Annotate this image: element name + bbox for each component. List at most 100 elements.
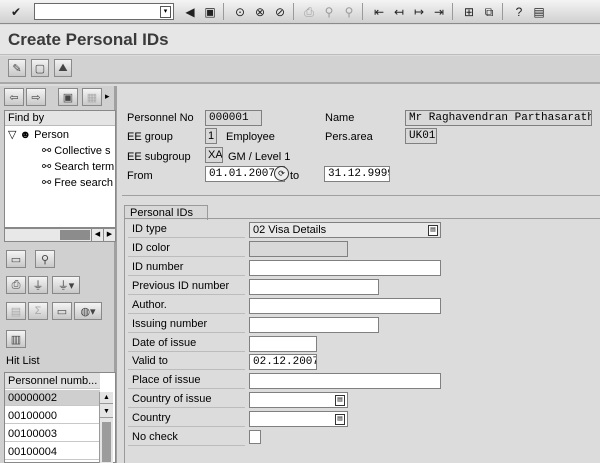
table-row[interactable]: 00100000 <box>5 408 100 424</box>
layout-options-icon[interactable]: ◍▾ <box>74 302 102 320</box>
country-label: Country <box>128 410 245 427</box>
shortcut-icon[interactable]: ⧉ <box>480 3 498 20</box>
back-arrow-icon[interactable]: ⊙ <box>231 3 249 20</box>
name-label: Name <box>325 112 355 124</box>
tree-item-label: Search term <box>54 161 115 173</box>
previous-id-number-label: Previous ID number <box>128 278 245 295</box>
layout-menu-icon[interactable]: ▤ <box>530 3 548 20</box>
ee-group-text: Employee <box>226 131 275 143</box>
back-arrow-icon[interactable]: ⇦ <box>4 88 24 106</box>
find-icon: ⚲ <box>324 4 334 19</box>
value-help-icon[interactable]: ▤ <box>335 414 345 425</box>
table-row[interactable]: 00100004 <box>5 444 100 460</box>
tree-item-collective-search[interactable]: ⚯ Collective s <box>42 144 111 157</box>
scrollbar-thumb[interactable] <box>60 230 90 240</box>
chevron-down-icon[interactable]: ▾ <box>160 6 171 18</box>
expand-right-icon[interactable]: ▸ <box>105 91 110 102</box>
from-date-input[interactable]: 01.01.2007 <box>205 166 285 182</box>
no-check-checkbox[interactable] <box>249 430 261 444</box>
scroll-left-icon[interactable]: ◀ <box>91 229 103 241</box>
save-variant-icon[interactable]: ▣ <box>58 88 78 106</box>
tree-item-person[interactable]: ▽ ☻ Person <box>8 128 69 141</box>
create-session-icon[interactable]: ⊞ <box>460 3 478 20</box>
back-icon[interactable]: ◀ <box>181 3 199 20</box>
first-page-icon[interactable]: ⇤ <box>370 3 388 20</box>
tree-horizontal-scrollbar[interactable]: ◀ ▶ <box>4 228 116 242</box>
value-help-icon[interactable]: ▤ <box>428 225 438 236</box>
personnel-no-value: 000001 <box>205 110 262 126</box>
select-icon[interactable]: ▭ <box>6 250 26 268</box>
divider <box>122 195 600 196</box>
help-icon[interactable]: ? <box>510 3 528 20</box>
id-type-select[interactable]: 02 Visa Details ▤ <box>249 222 441 238</box>
ee-subgroup-code: XA <box>205 147 223 163</box>
author-input[interactable] <box>249 298 441 314</box>
previous-page-icon[interactable]: ↤ <box>390 3 408 20</box>
date-of-issue-input[interactable] <box>249 336 317 352</box>
author-label: Author. <box>128 297 245 314</box>
forward-arrow-icon[interactable]: ⇨ <box>26 88 46 106</box>
binoculars-icon: ⚯ <box>42 145 52 157</box>
enter-icon[interactable]: ✔ <box>7 3 25 20</box>
scrollbar-thumb[interactable] <box>102 422 111 462</box>
scroll-up-icon[interactable]: ▲ <box>100 392 113 404</box>
ee-subgroup-text: GM / Level 1 <box>228 151 291 163</box>
value-help-icon[interactable]: ▤ <box>335 395 345 406</box>
filter-options-icon[interactable]: ⏚▾ <box>52 276 80 294</box>
column-settings-icon[interactable]: ▥ <box>6 330 26 348</box>
find-next-icon: ⚲ <box>344 4 354 19</box>
print-icon: ⎙ <box>304 4 314 19</box>
last-page-icon[interactable]: ⇥ <box>430 3 448 20</box>
sum-icon: Σ <box>28 302 48 320</box>
exit-icon[interactable]: ⊗ <box>251 3 269 20</box>
toolbar-divider <box>293 3 294 20</box>
tree-item-search-term[interactable]: ⚯ Search term <box>42 160 114 173</box>
binoculars-icon: ⚯ <box>42 177 52 189</box>
valid-to-label: Valid to <box>128 353 245 370</box>
ee-group-label: EE group <box>127 131 173 143</box>
country-of-issue-input[interactable]: ▤ <box>249 392 348 408</box>
id-number-input[interactable] <box>249 260 441 276</box>
place-of-issue-input[interactable] <box>249 373 441 389</box>
other-record-icon[interactable]: ▢ <box>31 59 49 77</box>
ee-group-code: 1 <box>205 128 217 144</box>
find-by-header: Find by <box>5 111 115 126</box>
hit-list-vertical-scrollbar[interactable]: ▲ ▼ <box>99 392 113 463</box>
from-label: From <box>127 170 153 182</box>
system-toolbar: ✔ ▾ ◀ ▣ ⊙ ⊗ ⊘ ⎙ ⚲ ⚲ ⇤ ↤ ↦ ⇥ ⊞ ⧉ ? ▤ <box>0 0 600 24</box>
find-icon[interactable]: ⚲ <box>35 250 55 268</box>
overview-icon[interactable]: ⛰ <box>54 59 72 77</box>
print-preview-icon[interactable]: ▭ <box>52 302 72 320</box>
toolbar-divider <box>452 3 453 20</box>
table-row[interactable]: 00000002 <box>5 390 100 406</box>
tree-item-label: Person <box>34 129 70 141</box>
command-field[interactable]: ▾ <box>34 3 174 20</box>
settings-icon: ▦ <box>82 88 102 106</box>
tree-collapse-icon[interactable]: ▽ <box>8 129 16 141</box>
table-row[interactable]: 00100003 <box>5 426 100 442</box>
previous-id-number-input[interactable] <box>249 279 379 295</box>
display-change-icon[interactable]: ✎ <box>8 59 26 77</box>
valid-to-input[interactable]: 02.12.2007 <box>249 354 317 370</box>
no-check-label: No check <box>128 429 245 446</box>
name-value: Mr Raghavendran Parthasarathy <box>405 110 592 126</box>
hit-list-label: Hit List <box>6 355 40 367</box>
save-icon[interactable]: ▣ <box>201 3 219 20</box>
filter-icon[interactable]: ⏚ <box>28 276 48 294</box>
column-header[interactable]: Personnel numb... <box>5 373 100 389</box>
cancel-icon[interactable]: ⊘ <box>271 3 289 20</box>
next-page-icon[interactable]: ↦ <box>410 3 428 20</box>
scroll-down-icon[interactable]: ▼ <box>100 406 113 418</box>
print-icon[interactable]: ⎙ <box>6 276 26 294</box>
pers-area-label: Pers.area <box>325 131 373 143</box>
calendar-help-icon[interactable]: ⟳ <box>274 166 289 181</box>
to-date-input[interactable]: 31.12.9999 <box>324 166 390 182</box>
issuing-number-input[interactable] <box>249 317 379 333</box>
tree-item-label: Collective s <box>54 145 111 157</box>
binoculars-icon: ⚯ <box>42 161 52 173</box>
page-title: Create Personal IDs <box>8 30 169 49</box>
scroll-right-icon[interactable]: ▶ <box>103 229 115 241</box>
tree-item-free-search[interactable]: ⚯ Free search <box>42 176 113 189</box>
personnel-no-label: Personnel No <box>127 112 194 124</box>
country-input[interactable]: ▤ <box>249 411 348 427</box>
